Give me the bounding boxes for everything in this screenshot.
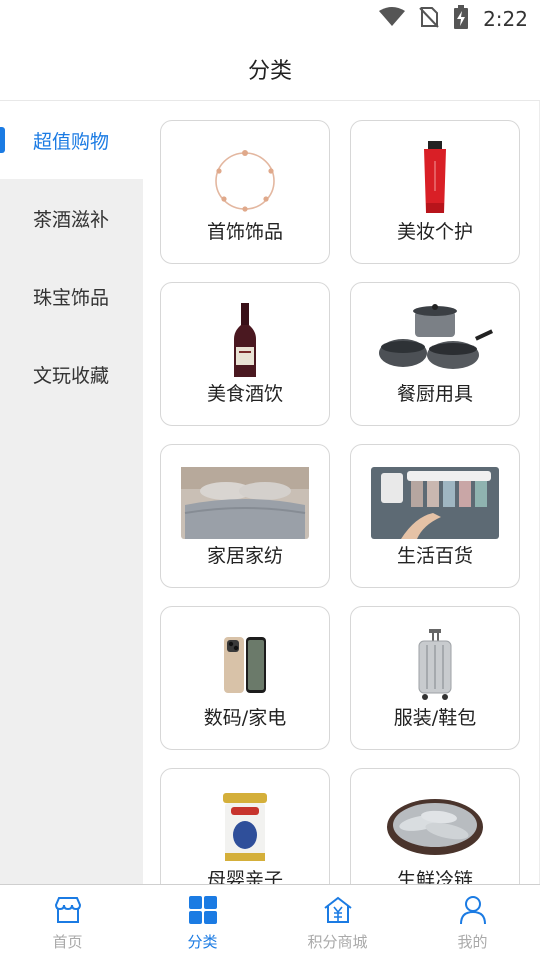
category-card-fresh-cold-chain[interactable]: 生鲜冷链 xyxy=(350,768,520,884)
page-title: 分类 xyxy=(247,59,292,84)
status-time: 2:22 xyxy=(483,7,528,31)
sidebar-item-tea-wine-tonic[interactable]: 茶酒滋补 xyxy=(0,179,143,257)
suitcase-image xyxy=(370,627,500,703)
tab-category[interactable]: 分类 xyxy=(135,885,270,960)
lipstick-tube-image xyxy=(370,141,500,217)
screen: 2:22 分类 超值购物 茶酒滋补 珠宝饰品 文玩收藏 首饰饰品 美妆个护 美食… xyxy=(0,0,540,960)
category-label: 家居家纺 xyxy=(206,545,283,567)
category-card-digital-appliances[interactable]: 数码/家电 xyxy=(160,606,330,750)
tab-mine[interactable]: 我的 xyxy=(405,885,540,960)
tab-label: 首页 xyxy=(52,933,83,951)
category-card-daily-goods[interactable]: 生活百货 xyxy=(350,444,520,588)
tab-points-mall[interactable]: 积分商城 xyxy=(270,885,405,960)
category-label: 美食酒饮 xyxy=(206,383,283,405)
user-icon xyxy=(458,895,488,925)
toothbrush-holder-photo xyxy=(370,465,500,541)
category-label: 服装/鞋包 xyxy=(393,707,477,729)
grid-icon xyxy=(188,895,218,925)
bedding-photo xyxy=(180,465,310,541)
points-mall-icon xyxy=(323,895,353,925)
fish-platter-image xyxy=(370,789,500,865)
sidebar-item-label: 文玩收藏 xyxy=(33,364,110,387)
sidebar-item-collectibles[interactable]: 文玩收藏 xyxy=(0,335,143,413)
tab-label: 分类 xyxy=(187,933,218,951)
no-sim-icon xyxy=(419,6,439,32)
bracelet-image xyxy=(180,141,310,217)
category-label: 数码/家电 xyxy=(203,707,287,729)
sidebar-item-jewelry[interactable]: 珠宝饰品 xyxy=(0,257,143,335)
category-card-beauty-personal-care[interactable]: 美妆个护 xyxy=(350,120,520,264)
category-card-home-textiles[interactable]: 家居家纺 xyxy=(160,444,330,588)
sidebar-item-label: 超值购物 xyxy=(33,130,110,153)
smartphone-image xyxy=(180,627,310,703)
milk-powder-can-image xyxy=(180,789,310,865)
wine-bottle-image xyxy=(180,303,310,379)
store-icon xyxy=(53,895,83,925)
category-sidebar: 超值购物 茶酒滋补 珠宝饰品 文玩收藏 xyxy=(0,101,143,884)
category-label: 生活百货 xyxy=(396,545,473,567)
cookware-set-image xyxy=(370,303,500,379)
category-card-clothing-bags[interactable]: 服装/鞋包 xyxy=(350,606,520,750)
category-label: 生鲜冷链 xyxy=(396,869,473,884)
app-header: 分类 xyxy=(0,38,540,101)
category-label: 首饰饰品 xyxy=(206,221,283,243)
sidebar-item-value-shopping[interactable]: 超值购物 xyxy=(0,101,143,179)
category-label: 母婴亲子 xyxy=(206,869,283,884)
sidebar-item-label: 茶酒滋补 xyxy=(33,208,110,231)
sidebar-item-label: 珠宝饰品 xyxy=(33,286,110,309)
category-card-kitchenware[interactable]: 餐厨用具 xyxy=(350,282,520,426)
tab-label: 我的 xyxy=(457,933,488,951)
category-card-food-drinks[interactable]: 美食酒饮 xyxy=(160,282,330,426)
tab-label: 积分商城 xyxy=(307,933,368,951)
status-bar: 2:22 xyxy=(0,0,540,38)
category-grid: 首饰饰品 美妆个护 美食酒饮 餐厨用具 家居家纺 生活百货 数码/家电 服装/鞋… xyxy=(143,101,540,884)
category-card-mother-baby[interactable]: 母婴亲子 xyxy=(160,768,330,884)
tab-home[interactable]: 首页 xyxy=(0,885,135,960)
battery-charging-icon xyxy=(453,5,469,33)
wifi-icon xyxy=(379,7,406,31)
category-label: 餐厨用具 xyxy=(396,383,473,405)
bottom-tab-bar: 首页 分类 积分商城 我的 xyxy=(0,884,540,960)
category-card-jewelry-accessories[interactable]: 首饰饰品 xyxy=(160,120,330,264)
category-label: 美妆个护 xyxy=(396,221,473,243)
